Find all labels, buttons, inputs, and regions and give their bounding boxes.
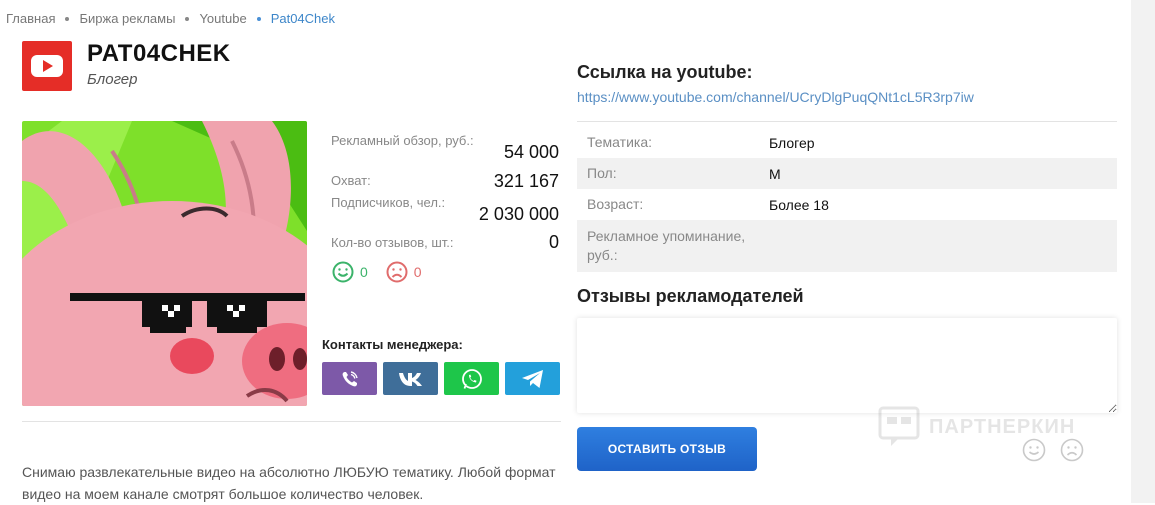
- breadcrumb-current: Pat04Chek: [270, 11, 336, 26]
- breadcrumb-separator: [185, 16, 190, 21]
- stat-value: 54 000: [503, 142, 559, 162]
- telegram-button[interactable]: [505, 362, 560, 395]
- manager-contacts: [322, 362, 560, 395]
- youtube-link-title: Ссылка на youtube:: [577, 62, 753, 82]
- stat-label: Рекламный обзор, руб.:: [331, 133, 474, 148]
- telegram-icon: [521, 369, 543, 388]
- stat-label: Кол-во отзывов, шт.:: [331, 235, 454, 250]
- breadcrumb: Главная Биржа рекламы Youtube Pat04Chek: [6, 11, 335, 26]
- channel-avatar: [22, 121, 307, 406]
- info-divider: [577, 121, 1117, 122]
- watermark-text: ПАРТНЕРКИН: [929, 415, 1076, 438]
- reactions: 0 0: [332, 261, 422, 283]
- breadcrumb-separator: [256, 16, 261, 21]
- submit-review-button[interactable]: ОСТАВИТЬ ОТЗЫВ: [577, 427, 757, 471]
- info-row-gender: Пол: М: [577, 158, 1117, 189]
- breadcrumb-home[interactable]: Главная: [6, 11, 55, 26]
- breadcrumb-youtube[interactable]: Youtube: [199, 11, 246, 26]
- channel-name: PAT04CHEK: [87, 40, 231, 67]
- info-row-topic: Тематика: Блогер: [577, 127, 1117, 158]
- review-textarea[interactable]: [577, 318, 1117, 413]
- positive-count: 0: [360, 264, 368, 280]
- stat-value: 2 030 000: [478, 204, 559, 224]
- section-divider: [22, 421, 561, 422]
- channel-stats: Рекламный обзор, руб.: 54 000 Охват: 321…: [331, 131, 559, 253]
- breadcrumb-separator: [65, 16, 70, 21]
- stat-value: 0: [548, 232, 559, 252]
- channel-category: Блогер: [87, 71, 138, 88]
- stat-reach: Охват: 321 167: [331, 171, 559, 193]
- viber-button[interactable]: [322, 362, 377, 395]
- rate-negative-icon[interactable]: [1060, 438, 1084, 462]
- stat-value: 321 167: [493, 171, 559, 191]
- stat-ad-price: Рекламный обзор, руб.: 54 000: [331, 131, 559, 171]
- info-label: Пол:: [587, 165, 617, 181]
- viber-icon: [342, 370, 358, 386]
- reviews-title: Отзывы рекламодателей: [577, 286, 804, 306]
- sad-icon: [386, 261, 408, 283]
- review-rating: [1022, 438, 1084, 462]
- stat-label: Подписчиков, чел.:: [331, 195, 446, 210]
- rate-positive-icon[interactable]: [1022, 438, 1046, 462]
- negative-count: 0: [413, 264, 422, 280]
- contacts-title: Контакты менеджера:: [322, 337, 463, 352]
- info-label: Рекламное упоминание, руб.:: [587, 228, 746, 263]
- info-label: Возраст:: [587, 196, 644, 212]
- whatsapp-button[interactable]: [444, 362, 499, 395]
- info-value: М: [769, 165, 781, 182]
- channel-info-table: Тематика: Блогер Пол: М Возраст: Более 1…: [577, 127, 1117, 272]
- watermark-logo-icon: [878, 406, 920, 446]
- breadcrumb-ad-exchange[interactable]: Биржа рекламы: [79, 11, 175, 26]
- info-label: Тематика:: [587, 134, 652, 150]
- vk-button[interactable]: [383, 362, 438, 395]
- info-value: Более 18: [769, 196, 829, 213]
- page-gutter: [1131, 0, 1155, 503]
- info-row-age: Возраст: Более 18: [577, 189, 1117, 220]
- youtube-channel-link[interactable]: https://www.youtube.com/channel/UCryDlgP…: [577, 89, 974, 105]
- vk-icon: [398, 372, 422, 386]
- info-row-mention-price: Рекламное упоминание, руб.:: [577, 220, 1117, 272]
- stat-label: Охват:: [331, 173, 371, 188]
- channel-description: Снимаю развлекательные видео на абсолютн…: [22, 464, 556, 502]
- stat-review-count: Кол-во отзывов, шт.: 0: [331, 232, 559, 253]
- youtube-icon: [22, 41, 72, 91]
- smile-icon: [332, 261, 354, 283]
- info-value: Блогер: [769, 134, 815, 151]
- whatsapp-icon: [461, 368, 482, 389]
- stat-subscribers: Подписчиков, чел.: 2 030 000: [331, 193, 559, 233]
